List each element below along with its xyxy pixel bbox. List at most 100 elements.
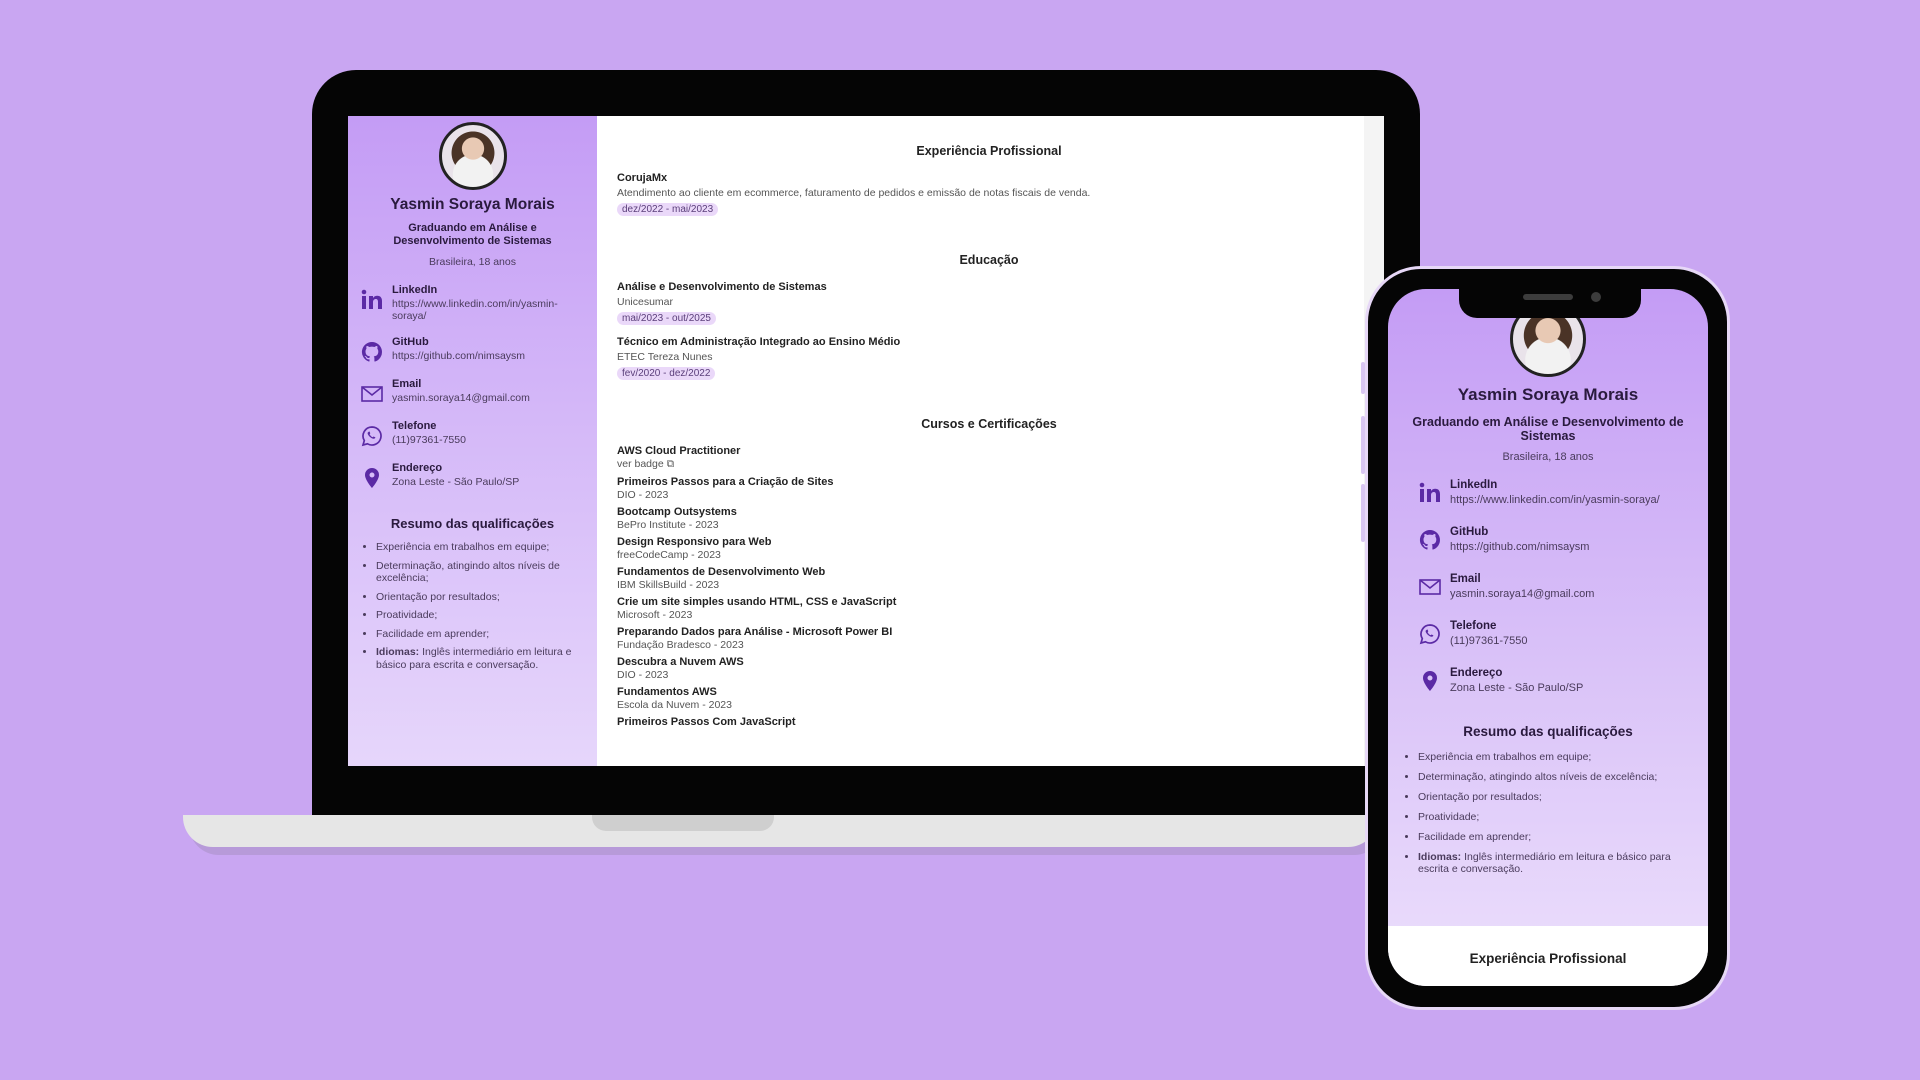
github-icon: [1418, 528, 1442, 552]
course-item: Preparando Dados para Análise - Microsof…: [617, 626, 1368, 651]
contact-title: Email: [392, 378, 422, 390]
phone-side-button: [1361, 484, 1365, 542]
github-icon: [360, 340, 384, 364]
course-item: Crie um site simples usando HTML, CSS e …: [617, 596, 1368, 621]
contact-link[interactable]: (11)97361-7550: [1450, 635, 1527, 647]
contact-github[interactable]: GitHub https://github.com/nimsaysm: [360, 336, 585, 364]
course-name: Crie um site simples usando HTML, CSS e …: [617, 596, 897, 608]
camera-icon: [1591, 292, 1601, 302]
contact-title: LinkedIn: [1450, 479, 1498, 491]
laptop-base: [183, 815, 1378, 847]
list-item: Proatividade;: [376, 609, 585, 622]
contact-linkedin[interactable]: LinkedIn https://www.linkedin.com/in/yasm…: [360, 284, 585, 322]
main-content: Experiência Profissional CorujaMx Atendi…: [597, 116, 1384, 766]
contact-link[interactable]: yasmin.soraya14@gmail.com: [392, 392, 530, 404]
contact-link[interactable]: https://www.linkedin.com/in/yasmin-soray…: [392, 298, 585, 322]
course-name: Técnico em Administração Integrado ao En…: [617, 336, 901, 348]
languages-label: Idiomas:: [376, 646, 420, 658]
phone-side-button: [1361, 362, 1365, 394]
school-name: Unicesumar: [617, 296, 674, 308]
languages-label: Idiomas:: [1418, 851, 1462, 863]
list-item: Orientação por resultados;: [376, 591, 585, 604]
course-item: Design Responsivo para Web freeCodeCamp -…: [617, 536, 1368, 561]
linkedin-icon: [360, 288, 384, 312]
contact-link[interactable]: yasmin.soraya14@gmail.com: [1450, 588, 1594, 600]
course-item: Primeiros Passos Com JavaScript: [617, 716, 1368, 728]
experience-item: CorujaMx Atendimento ao cliente em ecomm…: [617, 172, 1368, 217]
school-name: ETEC Tereza Nunes: [617, 351, 713, 363]
course-detail: Escola da Nuvem - 2023: [617, 699, 732, 711]
course-name: Primeiros Passos Com JavaScript: [617, 716, 796, 728]
list-item: Orientação por resultados;: [1418, 791, 1698, 803]
qualifications-list: Experiência em trabalhos em equipe; Dete…: [1404, 751, 1698, 875]
contact-value: Zona Leste - São Paulo/SP: [1450, 682, 1584, 694]
course-name: AWS Cloud Practitioner: [617, 445, 741, 457]
contact-github[interactable]: GitHub https://github.com/nimsaysm: [1418, 526, 1708, 553]
contact-linkedin[interactable]: LinkedIn https://www.linkedin.com/in/yasm…: [1418, 479, 1708, 506]
profile-role: Graduando em Análise e Desenvolvimento d…: [1412, 415, 1684, 443]
badge-link[interactable]: ver badge ⧉: [617, 458, 1368, 471]
course-detail: Microsoft - 2023: [617, 609, 693, 621]
period-badge: fev/2020 - dez/2022: [617, 367, 716, 380]
laptop-mockup: Yasmin Soraya Morais Graduando em Anális…: [312, 70, 1420, 815]
contact-email[interactable]: Email yasmin.soraya14@gmail.com: [1418, 573, 1708, 600]
contact-email[interactable]: Email yasmin.soraya14@gmail.com: [360, 378, 585, 406]
list-item: Determinação, atingindo altos níveis de …: [1418, 771, 1698, 783]
period-badge: dez/2022 - mai/2023: [617, 203, 719, 216]
course-detail: Fundação Bradesco - 2023: [617, 639, 744, 651]
period-badge: mai/2023 - out/2025: [617, 312, 716, 325]
course-name: Primeiros Passos para a Criação de Sites: [617, 476, 834, 488]
company-name: CorujaMx: [617, 172, 668, 184]
contact-list: LinkedIn https://www.linkedin.com/in/yasm…: [1418, 479, 1708, 694]
laptop-screen: Yasmin Soraya Morais Graduando em Anális…: [348, 116, 1384, 766]
contact-link[interactable]: https://www.linkedin.com/in/yasmin-soray…: [1450, 494, 1660, 506]
course-detail: DIO - 2023: [617, 489, 669, 501]
location-pin-icon: [360, 466, 384, 490]
contact-link[interactable]: (11)97361-7550: [392, 434, 466, 446]
avatar: [438, 122, 507, 190]
contact-phone[interactable]: Telefone (11)97361-7550: [360, 420, 585, 448]
list-item: Determinação, atingindo altos níveis de …: [376, 560, 585, 585]
course-detail: DIO - 2023: [617, 669, 669, 681]
location-pin-icon: [1418, 669, 1442, 693]
course-name: Fundamentos de Desenvolvimento Web: [617, 566, 826, 578]
whatsapp-icon: [360, 424, 384, 448]
laptop-hinge: [592, 815, 774, 831]
contact-address: Endereço Zona Leste - São Paulo/SP: [1418, 667, 1708, 694]
whatsapp-icon: [1418, 622, 1442, 646]
list-item: Idiomas: Inglês intermediário em leitura…: [1418, 851, 1698, 875]
contact-phone[interactable]: Telefone (11)97361-7550: [1418, 620, 1708, 647]
job-description: Atendimento ao cliente em ecommerce, fat…: [617, 187, 1091, 199]
contact-title: GitHub: [1450, 526, 1489, 538]
course-item: Fundamentos AWS Escola da Nuvem - 2023: [617, 686, 1368, 711]
profile-nationality: Brasileira, 18 anos: [1502, 451, 1594, 463]
contact-title: Telefone: [392, 420, 437, 432]
profile-nationality: Brasileira, 18 anos: [429, 256, 516, 268]
course-name: Bootcamp Outsystems: [617, 506, 737, 518]
course-item: Bootcamp Outsystems BePro Institute - 202…: [617, 506, 1368, 531]
contact-address: Endereço Zona Leste - São Paulo/SP: [360, 462, 585, 490]
list-item: Experiência em trabalhos em equipe;: [1418, 751, 1698, 763]
profile-name: Yasmin Soraya Morais: [390, 196, 555, 213]
course-detail: IBM SkillsBuild - 2023: [617, 579, 720, 591]
list-item: Facilidade em aprender;: [1418, 831, 1698, 843]
mail-icon: [1418, 575, 1442, 599]
course-detail: BePro Institute - 2023: [617, 519, 719, 531]
qualifications-title: Resumo das qualificações: [1463, 724, 1633, 739]
list-item: Facilidade em aprender;: [376, 628, 585, 641]
profile-role: Graduando em Análise e Desenvolvimento d…: [393, 222, 552, 247]
contact-link[interactable]: https://github.com/nimsaysm: [1450, 541, 1589, 553]
course-name: Descubra a Nuvem AWS: [617, 656, 744, 668]
phone-notch: [1459, 286, 1641, 318]
course-name: Análise e Desenvolvimento de Sistemas: [617, 281, 827, 293]
course-detail: freeCodeCamp - 2023: [617, 549, 721, 561]
linkedin-icon: [1418, 481, 1442, 505]
course-item: Fundamentos de Desenvolvimento Web IBM Sk…: [617, 566, 1368, 591]
speaker-icon: [1523, 294, 1573, 300]
contact-value: Zona Leste - São Paulo/SP: [392, 476, 520, 488]
mail-icon: [360, 382, 384, 406]
experience-title: Experiência Profissional: [916, 144, 1062, 158]
contact-link[interactable]: https://github.com/nimsaysm: [392, 350, 525, 362]
course-name: Fundamentos AWS: [617, 686, 717, 698]
phone-screen: Yasmin Soraya Morais Graduando em Anális…: [1388, 289, 1708, 986]
